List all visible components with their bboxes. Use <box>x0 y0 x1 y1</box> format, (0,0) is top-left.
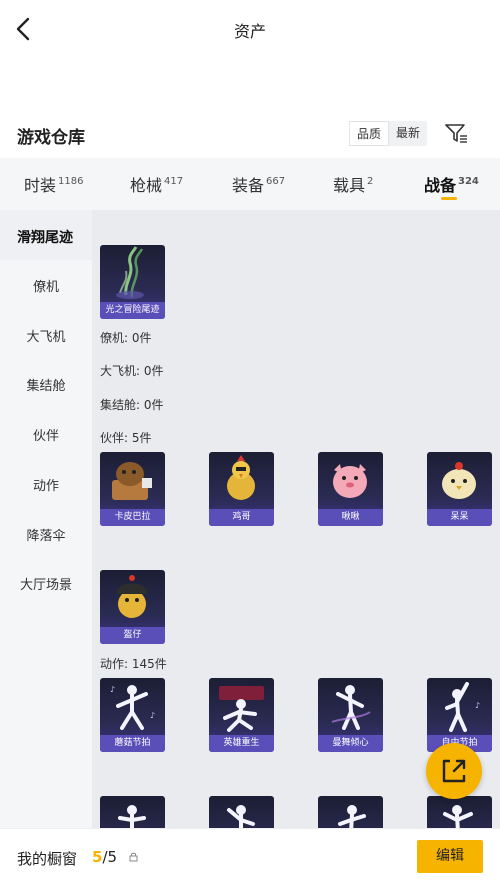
tab-count: 667 <box>266 176 286 187</box>
my-showcase-label: 我的橱窗 <box>17 850 78 868</box>
free-beat-icon: ♪ <box>445 682 480 732</box>
item-card[interactable]: 盔仔 <box>100 570 165 644</box>
item-card[interactable]: 啾啾 <box>318 452 383 526</box>
sidebar-item-partner[interactable]: 伙伴 <box>0 425 92 444</box>
dance-figure-icon <box>338 805 366 830</box>
tab-guns[interactable]: 枪械 417 <box>130 172 183 196</box>
sidebar-item-parachute[interactable]: 降落伞 <box>0 525 92 544</box>
share-button[interactable] <box>426 743 482 799</box>
tab-label: 装备 <box>232 176 265 195</box>
item-card[interactable]: ♪ 自由节拍 <box>427 678 492 752</box>
showcase-count-total: /5 <box>102 848 118 866</box>
tab-count: 1186 <box>58 176 84 187</box>
showcase-count: 5/5 <box>92 848 117 866</box>
group-label-partner: 伙伴: 5件 <box>100 431 152 445</box>
sidebar-item-lobby-scene[interactable]: 大厅场景 <box>0 574 92 593</box>
top-bar: 资产 <box>0 0 500 60</box>
tab-label: 时装 <box>24 176 57 195</box>
showcase-count-current: 5 <box>92 848 103 866</box>
category-tabs: 时装 1186 枪械 417 装备 667 载具 2 战备 324 <box>0 158 500 210</box>
edit-button[interactable]: 编辑 <box>417 840 483 873</box>
item-label: 光之冒险尾迹 <box>100 302 165 319</box>
tab-battle-gear[interactable]: 战备 324 <box>424 172 479 196</box>
tab-label: 载具 <box>333 176 366 195</box>
item-label: 蘑菇节拍 <box>100 735 165 752</box>
tab-count: 417 <box>164 176 184 187</box>
tab-count: 2 <box>367 176 374 187</box>
tab-label: 战备 <box>424 176 457 195</box>
item-card[interactable]: ♪ ♪ 蘑菇节拍 <box>100 678 165 752</box>
group-label-capsule: 集结舱: 0件 <box>100 398 164 412</box>
sidebar-item-wingman[interactable]: 僚机 <box>0 276 92 295</box>
dance-figure-icon <box>118 805 146 830</box>
filter-icon[interactable] <box>444 121 468 145</box>
tab-count: 324 <box>458 176 479 187</box>
item-content: 光之冒险尾迹 僚机: 0件 大飞机: 0件 集结舱: 0件 伙伴: 5件 卡皮巴… <box>92 210 500 830</box>
item-card[interactable] <box>427 796 492 830</box>
sort-newest-button[interactable]: 最新 <box>389 121 427 146</box>
sidebar-item-glide-trail[interactable]: 滑翔尾迹 <box>0 227 92 247</box>
item-label: 英雄重生 <box>209 735 274 752</box>
svg-text:♪: ♪ <box>475 701 480 710</box>
dance-figure-icon: ♪ ♪ <box>110 685 155 730</box>
pink-bird-icon <box>333 464 367 498</box>
item-label: 曼舞倾心 <box>318 735 383 752</box>
item-label: 呆呆 <box>427 509 492 526</box>
capybara-icon <box>112 462 152 500</box>
sidebar-item-action[interactable]: 动作 <box>0 475 92 494</box>
item-card[interactable]: 卡皮巴拉 <box>100 452 165 526</box>
asset-page: 资产 游戏仓库 品质 最新 时装 1186 枪械 417 装备 667 载具 2 战备 3… <box>0 0 500 885</box>
tab-fashion[interactable]: 时装 1186 <box>24 172 83 196</box>
page-title: 资产 <box>233 22 266 41</box>
dance-figure-icon <box>227 805 255 830</box>
sidebar <box>0 210 92 830</box>
sidebar-item-capsule[interactable]: 集结舱 <box>0 375 92 394</box>
item-label: 啾啾 <box>318 509 383 526</box>
chicken-icon <box>227 455 255 500</box>
sort-quality-button[interactable]: 品质 <box>349 121 389 146</box>
item-card[interactable]: 曼舞倾心 <box>318 678 383 752</box>
item-card[interactable] <box>318 796 383 830</box>
svg-text:♪: ♪ <box>110 685 115 694</box>
item-card[interactable] <box>100 796 165 830</box>
bottom-bar: 我的橱窗 5/5 编辑 <box>0 828 500 885</box>
item-card[interactable]: 光之冒险尾迹 <box>100 245 165 319</box>
group-label-actions: 动作: 145件 <box>100 657 167 671</box>
tab-equipment[interactable]: 装备 667 <box>232 172 285 196</box>
tab-label: 枪械 <box>130 176 163 195</box>
chick-icon <box>442 462 476 499</box>
hero-pose-icon <box>219 686 264 732</box>
section-title: 游戏仓库 <box>17 128 85 148</box>
share-icon <box>442 759 466 783</box>
item-card[interactable]: 鸡哥 <box>209 452 274 526</box>
item-card[interactable] <box>209 796 274 830</box>
glide-trail-icon <box>116 246 144 299</box>
item-card[interactable]: 英雄重生 <box>209 678 274 752</box>
active-tab-indicator <box>441 197 457 200</box>
item-label: 鸡哥 <box>209 509 274 526</box>
helmet-chick-icon <box>116 575 148 618</box>
group-label-plane: 大飞机: 0件 <box>100 364 164 378</box>
group-label-wingman: 僚机: 0件 <box>100 331 152 345</box>
svg-text:♪: ♪ <box>150 711 155 720</box>
lock-icon <box>129 852 138 862</box>
tab-vehicles[interactable]: 载具 2 <box>333 172 373 196</box>
sidebar-item-plane[interactable]: 大飞机 <box>0 326 92 345</box>
item-label: 卡皮巴拉 <box>100 509 165 526</box>
dance-figure-icon <box>443 805 473 830</box>
sort-toggle: 品质 最新 <box>349 121 427 146</box>
graceful-dance-icon <box>331 685 371 730</box>
item-label: 盔仔 <box>100 627 165 644</box>
item-card[interactable]: 呆呆 <box>427 452 492 526</box>
